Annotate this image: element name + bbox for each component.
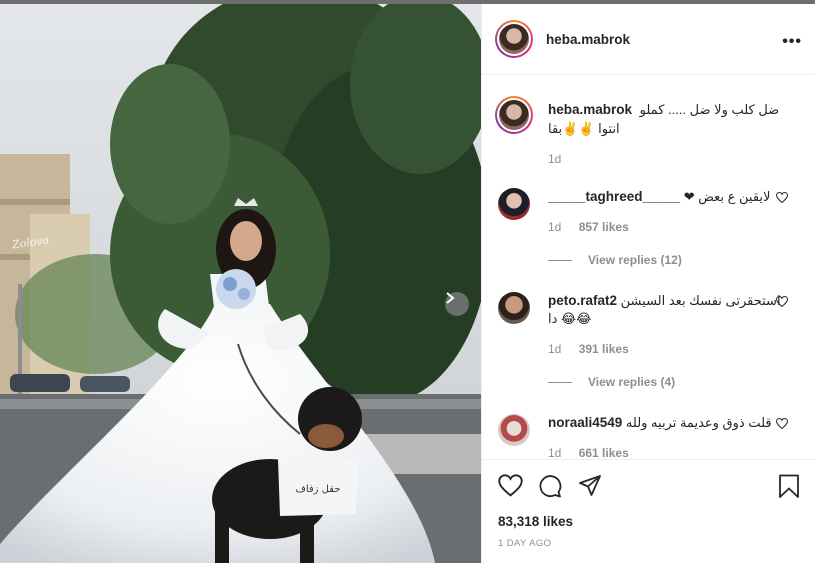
post-details-panel: heba.mabrok ••• heba.mabrok ضل كلب ولا ض… — [481, 4, 815, 563]
comment-meta: 1d 661 likes — [548, 446, 643, 459]
comment-likes[interactable]: 661 likes — [579, 446, 629, 459]
commenter-avatar[interactable] — [498, 414, 530, 446]
author-avatar[interactable] — [495, 20, 533, 58]
comment-meta: 1d 857 likes — [548, 220, 643, 234]
comment-time[interactable]: 1d — [548, 342, 561, 356]
commenter-avatar[interactable] — [498, 188, 530, 220]
commenter-username[interactable]: peto.rafat2 — [548, 293, 617, 308]
replies-divider — [548, 381, 572, 383]
next-photo-button[interactable] — [445, 292, 469, 316]
comment-text: لايقين ع بعض ❤ — [683, 189, 771, 204]
post-likes-count[interactable]: 83,318 likes — [498, 514, 573, 529]
comments-list[interactable]: heba.mabrok ضل كلب ولا ضل ..... كملو انت… — [482, 76, 815, 459]
post-header: heba.mabrok ••• — [482, 4, 815, 75]
post-photo[interactable]: Zolova حقل زفاف — [0, 4, 481, 563]
comment-text: قلت ذوق وعديمة تربيه ولله — [625, 415, 772, 430]
photo-illustration — [0, 4, 481, 563]
view-replies-button[interactable]: View replies (4) — [548, 375, 675, 389]
share-icon[interactable] — [578, 474, 602, 498]
post-timestamp[interactable]: 1 DAY AGO — [498, 538, 551, 549]
caption-username[interactable]: heba.mabrok — [548, 102, 632, 117]
comment-likes[interactable]: 857 likes — [579, 220, 629, 234]
comment-time[interactable]: 1d — [548, 220, 561, 234]
view-replies-button[interactable]: View replies (12) — [548, 253, 682, 267]
dog-sign-text: حقل زفاف — [295, 484, 341, 495]
comment-meta: 1d 391 likes — [548, 342, 643, 356]
post-actions: 83,318 likes 1 DAY AGO — [482, 459, 815, 563]
chevron-right-icon — [446, 292, 455, 304]
bookmark-icon[interactable] — [778, 474, 800, 499]
heart-icon[interactable] — [498, 474, 523, 497]
more-options-icon[interactable]: ••• — [782, 33, 802, 51]
commenter-username[interactable]: noraali4549 — [548, 415, 622, 430]
comment-icon[interactable] — [538, 474, 562, 498]
caption-time[interactable]: 1d — [548, 152, 561, 166]
replies-divider — [548, 259, 572, 261]
caption-avatar[interactable] — [495, 96, 533, 134]
commenter-username[interactable]: _____taghreed_____ — [548, 189, 680, 204]
heart-icon[interactable] — [776, 418, 788, 429]
commenter-avatar[interactable] — [498, 292, 530, 324]
author-username[interactable]: heba.mabrok — [546, 32, 630, 47]
view-replies-label: View replies (12) — [588, 253, 682, 267]
heart-icon[interactable] — [776, 296, 788, 307]
comment-time[interactable]: 1d — [548, 446, 561, 459]
view-replies-label: View replies (4) — [588, 375, 676, 389]
heart-icon[interactable] — [776, 192, 788, 203]
comment-likes[interactable]: 391 likes — [579, 342, 629, 356]
